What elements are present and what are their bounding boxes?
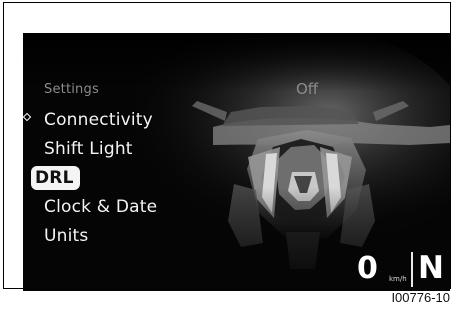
speed-value: 0 <box>357 251 378 286</box>
menu-item-units[interactable]: Units <box>23 222 157 251</box>
menu-item-label: Units <box>44 226 89 246</box>
menu-item-label: Connectivity <box>44 110 153 130</box>
figure-code: I00776-10 <box>391 290 450 305</box>
status-divider <box>411 252 413 287</box>
dashboard-screen: Settings Connectivity Shift Light DRL Cl… <box>23 33 450 291</box>
menu-item-drl[interactable]: DRL <box>23 112 157 193</box>
selected-setting-value: Off <box>296 80 319 98</box>
menu-item-label: Clock & Date <box>44 197 158 217</box>
menu-item-connectivity[interactable]: Connectivity <box>23 106 157 135</box>
speed-unit: km/h <box>389 275 407 283</box>
manual-figure-frame: Settings Connectivity Shift Light DRL Cl… <box>3 2 451 291</box>
settings-menu-list: Connectivity Shift Light DRL Clock & Dat… <box>23 106 157 251</box>
menu-item-shift-light[interactable]: Shift Light <box>23 135 157 164</box>
menu-item-label: DRL <box>31 166 80 190</box>
settings-menu-title: Settings <box>44 82 99 97</box>
gear-indicator: N <box>418 250 444 286</box>
menu-item-clock-date[interactable]: Clock & Date <box>23 193 157 222</box>
menu-item-label: Shift Light <box>44 139 133 159</box>
